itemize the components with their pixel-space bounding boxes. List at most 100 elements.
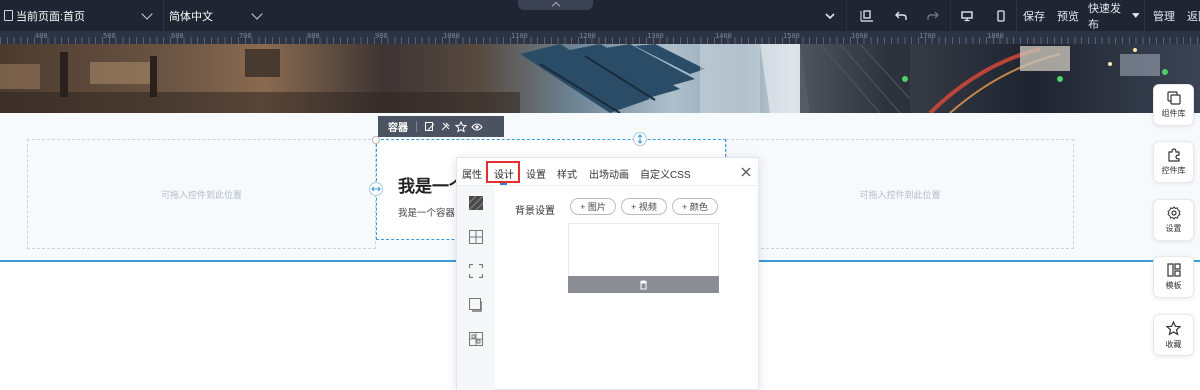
rail-label: 设置 [1165,224,1182,233]
grid-section-icon[interactable] [469,332,483,346]
spacing-section-icon[interactable] [469,264,483,278]
control-library-button[interactable]: 控件库 [1153,141,1194,183]
rail-label: 组件库 [1161,109,1186,118]
gear-icon [1166,206,1181,220]
puzzle-icon [1167,148,1180,162]
ruler-label: 1600 [851,32,868,40]
rail-label: 收藏 [1165,339,1182,349]
settings-button[interactable]: 设置 [1153,199,1194,241]
ruler-label: 1700 [919,32,936,40]
panel-tabs: 属性 设计 设置 样式 出场动画 自定义CSS [457,158,758,186]
copy-icon [1166,91,1181,105]
style-button[interactable] [437,119,453,135]
add-image-button[interactable]: + 图片 [570,198,616,215]
resize-top-handle[interactable] [633,132,647,146]
template-button[interactable]: 模板 [1153,256,1194,298]
ruler-label: 500 [103,32,116,40]
top-toolbar: 当前页面:首页 简体中文 保存 预览 快速发布 管理 返回 [0,0,1200,31]
banner-image[interactable] [0,44,1200,113]
add-video-button[interactable]: + 视频 [621,198,667,215]
ruler-label: 1200 [579,32,596,40]
active-tab-highlight [486,161,520,183]
expand-button[interactable] [815,0,845,31]
container-toolbar: 容器 [378,116,504,137]
ruler-label: 900 [375,32,388,40]
container-text[interactable]: 我是一个容器 [398,205,455,219]
active-tab-underline [500,183,507,185]
favorite-button[interactable] [453,119,469,135]
resize-left-handle[interactable] [369,182,383,196]
resize-vertical-icon [637,134,643,144]
caret-down-icon [1132,12,1140,18]
undo-button[interactable] [886,0,916,31]
tab-entrance-animation[interactable]: 出场动画 [589,166,629,181]
horizontal-ruler: 400 500 600 700 800 900 1000 1100 1200 1… [0,31,1200,44]
chevron-down-icon [251,7,263,20]
tab-settings[interactable]: 设置 [526,166,546,181]
eye-icon [471,123,483,130]
star-icon [455,120,467,133]
ruler-label: 600 [171,32,184,40]
ruler-label: 1100 [511,32,528,40]
layout-section-icon[interactable] [469,230,483,244]
desktop-view-button[interactable] [953,0,981,31]
language-select[interactable]: 简体中文 [165,0,273,31]
edit-icon [424,122,434,131]
panel-sidebar [457,186,495,390]
toolbar-divider [416,121,417,132]
delete-background-button[interactable] [568,276,719,293]
corner-handle[interactable] [372,136,380,144]
redo-icon [927,11,939,20]
align-bottom-button[interactable] [852,0,882,31]
chevron-down-icon [825,12,835,19]
design-panel: 属性 设计 设置 样式 出场动画 自定义CSS 背景设置 + 图片 + 视频 +… [456,157,759,390]
mobile-icon [997,9,1005,22]
tab-properties[interactable]: 属性 [462,166,482,181]
collapse-toolbar-button[interactable] [518,0,593,11]
ruler-label: 800 [307,32,320,40]
edit-button[interactable] [421,119,437,135]
star-icon [1166,320,1181,336]
desktop-icon [961,10,973,21]
ruler-label: 400 [35,32,48,40]
template-icon [1166,263,1181,277]
mobile-view-button[interactable] [987,0,1015,31]
drop-zone-hint: 可拖入控件到此位置 [160,189,242,200]
drop-zone-left[interactable]: 可拖入控件到此位置 [27,139,376,249]
resize-horizontal-icon [371,186,381,192]
background-section-icon[interactable] [469,196,483,210]
back-button[interactable]: 返回 [1184,0,1200,31]
visibility-button[interactable] [469,119,485,135]
trash-icon [640,280,647,289]
add-color-button[interactable]: + 颜色 [672,198,718,215]
ruler-label: 1000 [443,32,460,40]
page-select[interactable]: 当前页面:首页 [0,0,164,31]
language-select-label: 简体中文 [169,10,213,23]
close-panel-button[interactable] [741,165,751,180]
tab-styles[interactable]: 样式 [557,166,577,181]
tab-custom-css[interactable]: 自定义CSS [640,166,691,181]
brush-icon [441,122,449,131]
page-icon [4,10,13,21]
chevron-up-icon [551,1,560,11]
preview-button[interactable]: 预览 [1054,0,1082,31]
redo-button[interactable] [918,0,948,31]
page-select-label: 当前页面:首页 [16,10,86,23]
undo-icon [895,11,907,20]
rail-label: 模板 [1165,281,1182,290]
quick-publish-button[interactable]: 快速发布 [1088,0,1140,31]
manage-button[interactable]: 管理 [1150,0,1178,31]
rail-label: 控件库 [1161,166,1186,175]
save-button[interactable]: 保存 [1020,0,1048,31]
quick-publish-label: 快速发布 [1088,2,1121,31]
drop-zone-hint: 可拖入控件到此位置 [859,189,941,200]
shadow-section-icon[interactable] [469,298,483,312]
align-bottom-icon [860,9,873,22]
component-library-button[interactable]: 组件库 [1153,84,1194,126]
container-label: 容器 [388,123,408,134]
drop-zone-right[interactable]: 可拖入控件到此位置 [726,139,1074,249]
ruler-label: 1400 [715,32,732,40]
favorites-button[interactable]: 收藏 [1153,314,1194,356]
ruler-label: 1300 [647,32,664,40]
ruler-label: 700 [239,32,252,40]
